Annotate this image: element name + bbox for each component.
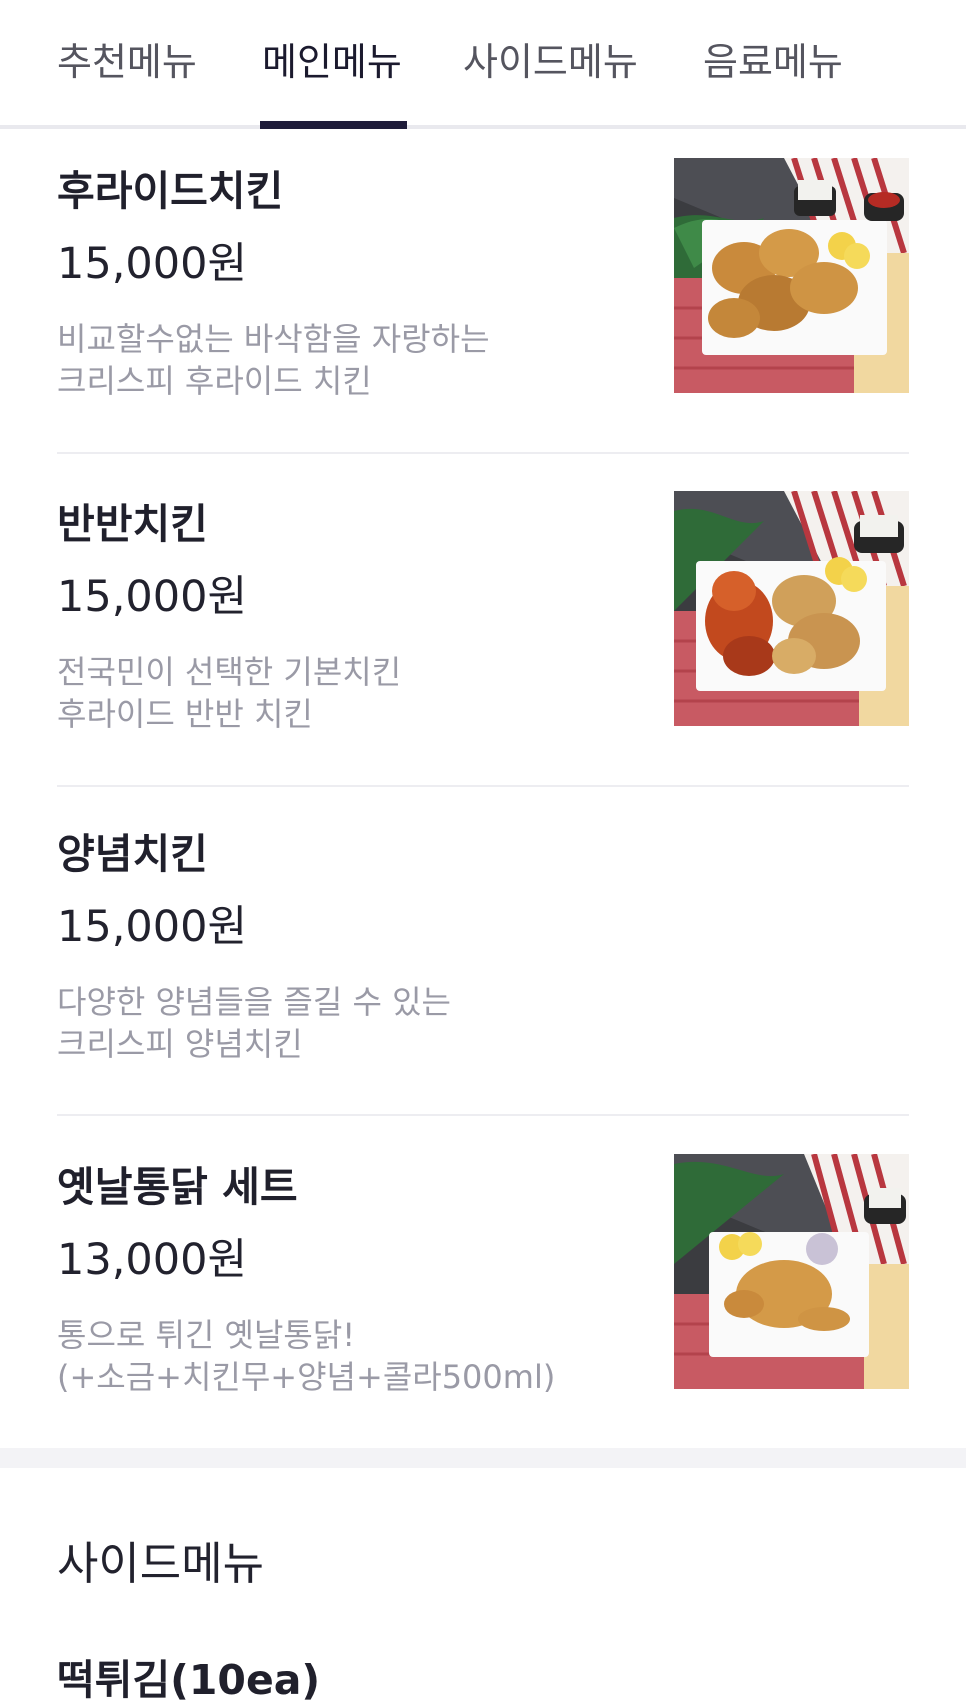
category-tabs: 추천메뉴 메인메뉴 사이드메뉴 음료메뉴 [0,0,966,129]
menu-item-name: 반반치킨 [57,500,208,548]
menu-item-desc-line: 전국민이 선택한 기본치킨 [57,653,402,691]
fried-chicken-photo[interactable] [674,158,909,393]
section-separator [0,1448,966,1468]
menu-item-name: 옛날통닭 세트 [57,1163,298,1211]
menu-item-name: 후라이드치킨 [57,167,284,215]
whole-chicken-set-photo[interactable] [674,1154,909,1389]
tab-side-menu[interactable]: 사이드메뉴 [463,40,638,84]
menu-item-price: 15,000원 [57,239,248,289]
menu-item-desc-line: 통으로 튀긴 옛날통닭! [57,1316,356,1354]
menu-item-seasoned-chicken[interactable]: 양념치킨 15,000원 다양한 양념들을 즐길 수 있는 크리스피 양념치킨 [57,829,909,1109]
item-divider [57,452,909,454]
item-divider [57,785,909,787]
menu-item-price: 15,000원 [57,572,248,622]
menu-item-desc-line: 비교할수없는 바삭함을 자랑하는 [57,320,490,358]
half-half-chicken-photo[interactable] [674,491,909,726]
menu-item-desc-line: (+소금+치킨무+양념+콜라500ml) [57,1358,556,1396]
menu-item-desc-line: 후라이드 반반 치킨 [57,695,313,733]
menu-item-fried-chicken[interactable]: 후라이드치킨 15,000원 비교할수없는 바삭함을 자랑하는 크리스피 후라이… [57,158,909,446]
menu-item-description: 전국민이 선택한 기본치킨 후라이드 반반 치킨 [57,651,401,735]
side-menu-section-title: 사이드메뉴 [57,1537,265,1590]
item-divider [57,1114,909,1116]
menu-item-whole-chicken-set[interactable]: 옛날통닭 세트 13,000원 통으로 튀긴 옛날통닭! (+소금+치킨무+양념… [57,1154,909,1442]
menu-item-description: 다양한 양념들을 즐길 수 있는 크리스피 양념치킨 [57,981,451,1065]
menu-item-price: 13,000원 [57,1235,248,1285]
menu-item-description: 비교할수없는 바삭함을 자랑하는 크리스피 후라이드 치킨 [57,318,490,402]
menu-item-half-half-chicken[interactable]: 반반치킨 15,000원 전국민이 선택한 기본치킨 후라이드 반반 치킨 [57,491,909,779]
tab-main-menu[interactable]: 메인메뉴 [262,40,402,84]
menu-item-desc-line: 크리스피 양념치킨 [57,1025,303,1063]
menu-item-desc-line: 크리스피 후라이드 치킨 [57,362,372,400]
menu-item-description: 통으로 튀긴 옛날통닭! (+소금+치킨무+양념+콜라500ml) [57,1314,555,1398]
active-tab-indicator [260,121,407,129]
menu-item-desc-line: 다양한 양념들을 즐길 수 있는 [57,983,451,1021]
tab-recommended[interactable]: 추천메뉴 [57,40,197,84]
menu-item-name-partial[interactable]: 떡튀김(10ea) [57,1655,320,1705]
tab-drinks[interactable]: 음료메뉴 [703,40,843,84]
menu-item-name: 양념치킨 [57,830,208,878]
menu-item-price: 15,000원 [57,902,248,952]
